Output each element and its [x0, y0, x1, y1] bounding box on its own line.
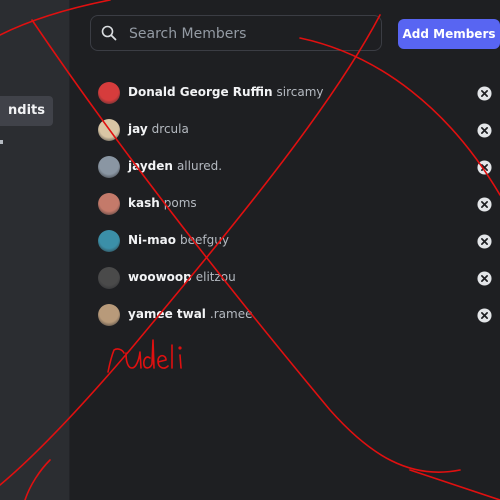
- member-display-name: yamee twal .ramee: [128, 307, 252, 321]
- ink-stroke-lower-right: [409, 469, 500, 500]
- member-row: jayden allured.: [95, 153, 500, 183]
- search-bar[interactable]: [90, 15, 382, 52]
- avatar: [98, 230, 120, 252]
- member-display-name-text: yamee twal: [128, 307, 206, 321]
- sidebar-indicator: [0, 140, 3, 144]
- member-display-name-text: jayden: [128, 159, 173, 173]
- ink-dot-i: [178, 346, 182, 350]
- sidebar-item-active[interactable]: ndits: [0, 96, 53, 126]
- member-username: beefguy: [179, 233, 229, 247]
- remove-member-icon[interactable]: [477, 271, 492, 286]
- sidebar-item-label: ndits: [8, 103, 45, 118]
- remove-member-icon[interactable]: [477, 86, 492, 101]
- search-icon: [101, 25, 117, 41]
- ink-letter-d: [143, 339, 155, 369]
- member-display-name-text: Donald George Ruffin: [128, 85, 273, 99]
- avatar: [98, 119, 120, 141]
- remove-member-icon[interactable]: [477, 308, 492, 323]
- ink-letter-u: [125, 351, 142, 369]
- ink-letter-r: [107, 348, 125, 373]
- member-row: Donald George Ruffin sircamy: [95, 79, 500, 109]
- avatar: [98, 304, 120, 326]
- remove-member-icon[interactable]: [477, 123, 492, 138]
- member-username: .ramee: [209, 307, 253, 321]
- ink-letter-i: [179, 354, 182, 369]
- member-display-name-text: kash: [128, 196, 160, 210]
- avatar: [98, 82, 120, 104]
- remove-member-icon[interactable]: [477, 234, 492, 249]
- member-row: woowoop elitzou: [95, 264, 500, 294]
- member-display-name-text: jay: [128, 122, 148, 136]
- member-display-name: jay drcula: [128, 122, 189, 136]
- member-row: yamee twal .ramee: [95, 301, 500, 331]
- search-input[interactable]: [127, 16, 371, 52]
- member-username: drcula: [151, 122, 189, 136]
- ink-letter-e: [157, 354, 169, 369]
- avatar: [98, 156, 120, 178]
- member-display-name-text: Ni-mao: [128, 233, 176, 247]
- avatar: [98, 193, 120, 215]
- member-display-name: woowoop elitzou: [128, 270, 236, 284]
- remove-member-icon[interactable]: [477, 197, 492, 212]
- member-display-name: jayden allured.: [128, 159, 222, 173]
- member-username: elitzou: [195, 270, 236, 284]
- remove-member-icon[interactable]: [477, 160, 492, 175]
- member-display-name: Ni-mao beefguy: [128, 233, 229, 247]
- member-row: kash poms: [95, 190, 500, 220]
- member-username: sircamy: [276, 85, 324, 99]
- avatar: [98, 267, 120, 289]
- member-row: jay drcula: [95, 116, 500, 146]
- member-row: Ni-mao beefguy: [95, 227, 500, 257]
- member-management-panel: ndits Add Members Donald George Ruffinsi…: [0, 0, 500, 500]
- member-display-name-text: woowoop: [128, 270, 192, 284]
- member-username: allured.: [176, 159, 223, 173]
- add-members-button[interactable]: Add Members: [398, 19, 500, 49]
- member-display-name: kash poms: [128, 196, 197, 210]
- member-username: poms: [163, 196, 197, 210]
- member-display-name: Donald George Ruffin sircamy: [128, 85, 324, 99]
- settings-sidebar: ndits: [0, 0, 70, 500]
